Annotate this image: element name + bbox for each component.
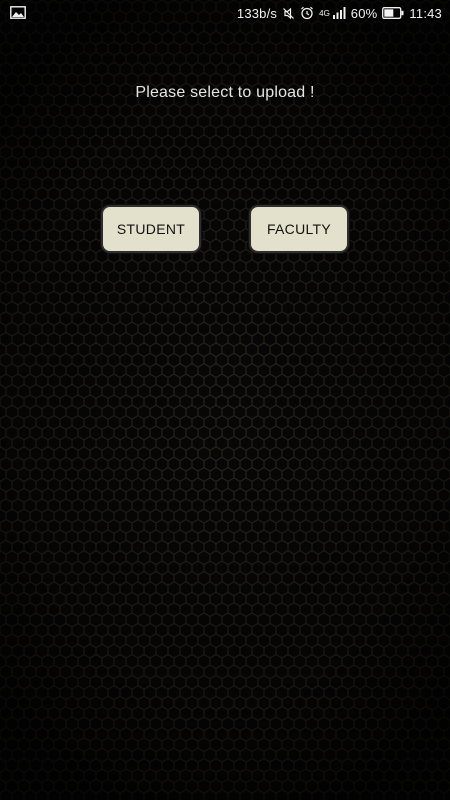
- network-type: 4G: [319, 8, 330, 18]
- vibrate-off-icon: [283, 7, 295, 19]
- battery-percent: 60%: [350, 5, 378, 21]
- network-speed: 133b/s: [236, 5, 278, 21]
- battery-icon: [382, 7, 404, 19]
- signal-icon: [332, 7, 346, 19]
- clock-time: 11:43: [409, 5, 442, 21]
- main-content: Please select to upload ! STUDENT FACULT…: [0, 0, 450, 800]
- faculty-button[interactable]: FACULTY: [249, 205, 349, 253]
- app-screen: 133b/s 4G 60% 11:43 Please select to upl…: [0, 0, 450, 800]
- alarm-clock-icon: [301, 6, 314, 20]
- image-icon: [10, 6, 26, 19]
- upload-prompt-text: Please select to upload !: [135, 84, 315, 101]
- student-button[interactable]: STUDENT: [101, 205, 201, 253]
- status-bar: 133b/s 4G 60% 11:43: [0, 0, 450, 26]
